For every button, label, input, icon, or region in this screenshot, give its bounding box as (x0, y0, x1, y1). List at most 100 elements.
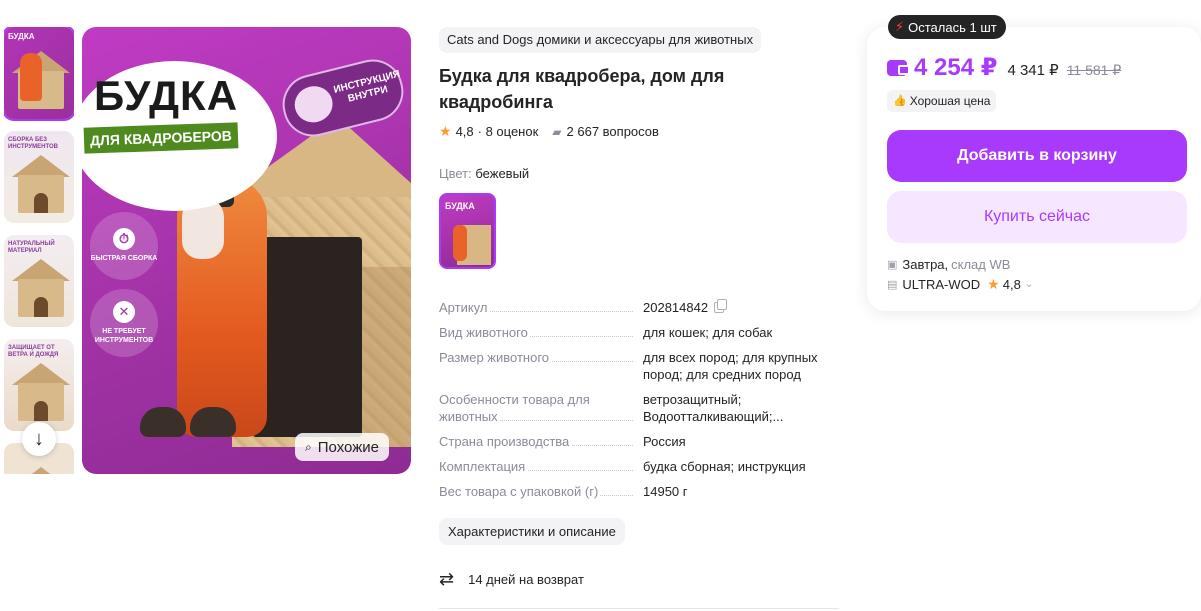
feature-label: НЕ ТРЕБУЕТ ИНСТРУМЕНТОВ (94, 328, 154, 344)
price-regular: 4 341 ₽ (1007, 62, 1059, 79)
good-price-label: Хорошая цена (909, 94, 991, 108)
spec-value: для всех пород; для крупных пород; для с… (643, 350, 818, 382)
house-graphic (12, 363, 70, 385)
product-info: Cats and Dogs домики и аксессуары для жи… (439, 27, 839, 590)
search-image-icon: ⌕ (305, 439, 312, 454)
warehouse-label[interactable]: склад WB (951, 257, 1010, 272)
comment-icon: ▰ (552, 124, 562, 139)
spec-key: Комплектация (439, 459, 528, 474)
house-graphic (12, 259, 70, 281)
door-graphic (34, 401, 48, 421)
price-old: 11 581 ₽ (1066, 62, 1122, 78)
color-value: бежевый (475, 166, 530, 181)
similar-button-label: Похожие (317, 438, 379, 456)
thumbnail-3[interactable]: НАТУРАЛЬНЫЙ МАТЕРИАЛ (4, 235, 74, 327)
wallet-icon (887, 60, 910, 76)
color-label: Цвет: (439, 166, 472, 181)
arrow-down-icon: ↓ (34, 427, 44, 450)
good-price-badge[interactable]: 👍 Хорошая цена (887, 90, 997, 112)
return-policy[interactable]: ⇄ 14 дней на возврат (439, 569, 839, 590)
add-to-cart-button[interactable]: Добавить в корзину (887, 130, 1187, 182)
thumbnail-1[interactable]: БУДКА (4, 27, 74, 119)
main-product-image[interactable]: БУДКА ДЛЯ КВАДРОБЕРОВ ИНСТРУКЦИЯ ВНУТРИ … (82, 27, 411, 474)
image-title: БУДКА (94, 72, 239, 119)
star-icon: ★ (987, 276, 1000, 292)
spec-row: Вес товара с упаковкой (г) 14950 г (439, 483, 839, 500)
stock-badge: ⚡ Осталась 1 шт (888, 15, 1006, 39)
house-door-graphic (252, 237, 362, 437)
buy-now-button[interactable]: Купить сейчас (887, 191, 1187, 243)
thumbnail-4[interactable]: ЗАЩИЩАЕТ ОТ ВЕТРА И ДОЖДЯ (4, 339, 74, 431)
spec-row: Размер животного для всех пород; для кру… (439, 349, 839, 383)
reviews-count[interactable]: · 8 оценок (478, 124, 539, 139)
paw-graphic (190, 407, 236, 437)
thumbnail-title: ЗАЩИЩАЕТ ОТ ВЕТРА И ДОЖДЯ (8, 345, 59, 358)
feature-no-tools: ✕ НЕ ТРЕБУЕТ ИНСТРУМЕНТОВ (90, 289, 158, 357)
divider (439, 608, 839, 609)
spec-row: Артикул 202814842 (439, 299, 839, 316)
questions-count[interactable]: 2 667 вопросов (567, 124, 659, 139)
price-row: 4 254 ₽ 4 341 ₽ 11 581 ₽ (887, 53, 1121, 82)
price-with-wallet: 4 254 ₽ (914, 54, 998, 81)
spec-key: Страна производства (439, 434, 572, 449)
person-graphic (20, 53, 42, 101)
thumbnail-scroll-button[interactable]: ↓ (22, 422, 56, 456)
spec-key: Артикул (439, 300, 490, 315)
spec-key: Вес товара с упаковкой (г) (439, 484, 601, 499)
feature-label: БЫСТРАЯ СБОРКА (90, 255, 158, 263)
shop-icon: ▤ (887, 279, 898, 291)
copy-icon[interactable] (714, 299, 728, 313)
star-icon: ★ (439, 123, 452, 139)
product-title: Будка для квадробера, дом для квадробинг… (439, 66, 725, 112)
paw-graphic (140, 407, 186, 437)
color-swatch-beige[interactable]: БУДКА (439, 193, 496, 269)
spec-value: Россия (643, 434, 686, 449)
box-icon: ▣ (887, 259, 898, 271)
rating-value[interactable]: 4,8 (456, 124, 474, 139)
color-row: Цвет: бежевый (439, 166, 839, 181)
spec-row: Особенности товара для животных ветрозащ… (439, 391, 839, 425)
instruction-badge-text: ИНСТРУКЦИЯ ВНУТРИ (332, 68, 402, 105)
image-ribbon: ДЛЯ КВАДРОБЕРОВ (83, 122, 239, 154)
purchase-card: 4 254 ₽ 4 341 ₽ 11 581 ₽ 👍 Хорошая цена … (867, 27, 1201, 311)
person-graphic (453, 225, 467, 261)
description-button[interactable]: Характеристики и описание (439, 518, 625, 545)
book-icon (290, 82, 337, 127)
spec-key: Вид животного (439, 325, 530, 340)
seller-info[interactable]: ▤ ULTRA-WOD ★ 4,8 ⌄ (887, 276, 1033, 293)
clock-icon: ⏱ (113, 228, 135, 251)
delivery-info: ▣ Завтра, склад WB (887, 257, 1010, 272)
house-graphic (12, 155, 70, 177)
seller-name[interactable]: ULTRA-WOD (902, 277, 980, 292)
return-arrows-icon: ⇄ (439, 569, 455, 589)
thumbnail-title: БУДКА (8, 32, 35, 41)
spec-row: Комплектация будка сборная; инструкция (439, 458, 839, 475)
spec-value: 202814842 (643, 300, 709, 315)
thumbnail-2[interactable]: СБОРКА БЕЗ ИНСТРУМЕНТОВ (4, 131, 74, 223)
thumbnail-title: НАТУРАЛЬНЫЙ МАТЕРИАЛ (8, 241, 55, 254)
seller-rating: 4,8 (1002, 277, 1021, 292)
spec-value: для кошек; для собак (643, 325, 773, 340)
stock-badge-label: Осталась 1 шт (908, 19, 997, 35)
similar-button[interactable]: ⌕ Похожие (295, 433, 389, 461)
spec-key: Размер животного (439, 350, 552, 365)
spec-value: ветрозащитный; Водоотталкивающий;... (643, 392, 784, 424)
thumbs-up-icon: 👍 (893, 95, 907, 107)
house-graphic (12, 467, 70, 474)
spec-value: будка сборная; инструкция (643, 459, 806, 474)
spec-value: 14950 г (643, 484, 688, 499)
door-graphic (34, 193, 48, 213)
door-graphic (34, 297, 48, 317)
feature-fast-assembly: ⏱ БЫСТРАЯ СБОРКА (90, 212, 158, 280)
delivery-date: Завтра, (902, 257, 949, 272)
specs-table: Артикул 202814842 Вид животного для коше… (439, 299, 839, 500)
chevron-down-icon[interactable]: ⌄ (1025, 279, 1033, 290)
lightning-icon: ⚡ (895, 19, 905, 34)
rating-row: ★ 4,8 · 8 оценок ▰ 2 667 вопросов (439, 123, 839, 140)
thumbnail-title: СБОРКА БЕЗ ИНСТРУМЕНТОВ (8, 137, 58, 150)
brand-link[interactable]: Cats and Dogs домики и аксессуары для жи… (439, 27, 762, 53)
spec-row: Вид животного для кошек; для собак (439, 324, 839, 341)
tools-icon: ✕ (113, 301, 135, 324)
thumbnail-strip: БУДКА СБОРКА БЕЗ ИНСТРУМЕНТОВ НАТУРАЛЬНЫ… (4, 27, 74, 474)
return-policy-label: 14 дней на возврат (468, 572, 584, 587)
